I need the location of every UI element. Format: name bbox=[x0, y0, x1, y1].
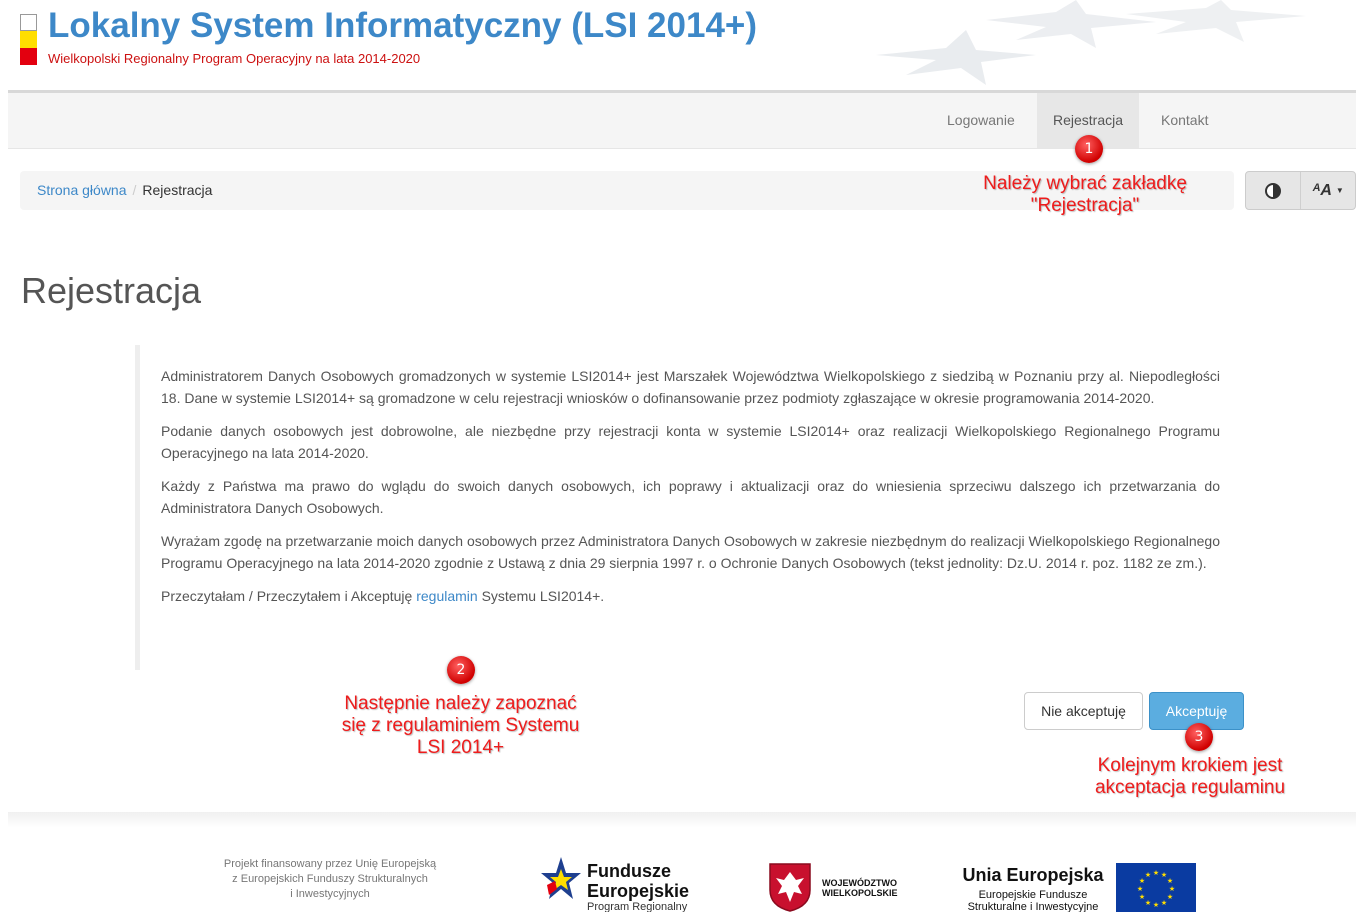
annotation-step-3: Kolejnym krokiem jest akceptacja regulam… bbox=[1070, 755, 1310, 799]
eu-stars-icon: ★ ★ ★ ★ ★ ★ ★ ★ ★ ★ ★ ★ bbox=[1137, 869, 1175, 909]
fe-title-line-2: Europejskie bbox=[587, 881, 690, 901]
page-title: Rejestracja bbox=[21, 270, 202, 311]
footer-text-line-3: i Inwestycyjnych bbox=[290, 888, 370, 900]
svg-text:★: ★ bbox=[1161, 899, 1167, 907]
step-marker-1: 1 bbox=[1075, 135, 1103, 163]
fe-title-line-1: Fundusze bbox=[587, 861, 671, 881]
wlkp-line-2: WIELKOPOLSKIE bbox=[822, 888, 898, 898]
annotation-2-line-3: LSI 2014+ bbox=[416, 737, 505, 758]
contrast-toggle-button[interactable] bbox=[1246, 172, 1301, 209]
breadcrumb-home-link[interactable]: Strona główna bbox=[37, 182, 127, 198]
svg-text:★: ★ bbox=[1145, 871, 1151, 879]
ue-title: Unia Europejska bbox=[962, 865, 1104, 885]
logo-squares bbox=[20, 14, 38, 65]
ue-subtitle: Europejskie Fundusze Strukturalne i Inwe… bbox=[958, 889, 1108, 912]
annotation-1-line-1: Należy wybrać zakładkę bbox=[983, 173, 1187, 194]
terms-paragraph-4: Wyrażam zgodę na przetwarzanie moich dan… bbox=[161, 533, 1220, 571]
terms-p5-before: Przeczytałam / Przeczytałem i Akceptuję bbox=[161, 588, 417, 604]
ue-sub-line-1: Europejskie Fundusze bbox=[978, 889, 1088, 901]
eagle-crest-icon bbox=[769, 863, 811, 912]
svg-text:★: ★ bbox=[1169, 885, 1175, 893]
fundusze-europejskie-logo: Fundusze Europejskie Program Regionalny bbox=[541, 855, 689, 912]
annotation-3-line-2: akceptacja regulaminu bbox=[1094, 777, 1286, 798]
terms-paragraph-3: Każdy z Państwa ma prawo do wglądu do sw… bbox=[161, 478, 1220, 516]
caret-down-icon: ▼ bbox=[1335, 186, 1344, 195]
footer-funding-text: Projekt finansowany przez Unię Europejsk… bbox=[190, 857, 470, 902]
site-subtitle: Wielkopolski Regionalny Program Operacyj… bbox=[48, 51, 421, 66]
annotation-3-line-1: Kolejnym krokiem jest bbox=[1097, 755, 1283, 776]
footer-text-line-2: z Europejskich Funduszy Strukturalnych bbox=[232, 873, 428, 885]
main-navbar: Logowanie Rejestracja Kontakt bbox=[8, 93, 1356, 149]
terms-paragraph-2: Podanie danych osobowych jest dobrowolne… bbox=[161, 423, 1220, 461]
svg-text:★: ★ bbox=[1167, 893, 1173, 901]
terms-p5-after: Systemu LSI2014+. bbox=[477, 588, 605, 604]
annotation-2-line-2: się z regulaminiem Systemu bbox=[341, 715, 580, 736]
annotation-step-2: Następnie należy zapoznać się z regulami… bbox=[318, 693, 603, 759]
svg-text:★: ★ bbox=[1137, 885, 1143, 893]
fe-title: Fundusze Europejskie bbox=[587, 861, 689, 901]
svg-text:★: ★ bbox=[1145, 899, 1151, 907]
decorative-stars bbox=[876, 0, 1306, 85]
fe-star-icon bbox=[541, 855, 581, 912]
site-title[interactable]: Lokalny System Informatyczny (LSI 2014+) bbox=[48, 6, 757, 46]
wlkp-text: WOJEWÓDZTWO WIELKOPOLSKIE bbox=[822, 878, 898, 898]
font-size-dropdown-button[interactable]: ᴬA ▼ bbox=[1301, 172, 1355, 209]
wojewodztwo-wielkopolskie-logo: WOJEWÓDZTWO WIELKOPOLSKIE bbox=[766, 862, 898, 912]
regulamin-link[interactable]: regulamin bbox=[416, 588, 477, 604]
unia-europejska-logo: Unia Europejska Europejskie Fundusze Str… bbox=[958, 865, 1108, 912]
site-header: Lokalny System Informatyczny (LSI 2014+)… bbox=[0, 0, 1356, 92]
breadcrumb-separator: / bbox=[132, 182, 137, 198]
terms-paragraph-1: Administratorem Danych Osobowych gromadz… bbox=[161, 368, 1220, 406]
svg-text:★: ★ bbox=[1153, 869, 1159, 877]
wlkp-line-1: WOJEWÓDZTWO bbox=[822, 878, 897, 888]
footer-shade bbox=[8, 812, 1356, 828]
svg-text:★: ★ bbox=[1167, 877, 1173, 885]
terms-blockquote: Administratorem Danych Osobowych gromadz… bbox=[135, 345, 1225, 670]
annotation-step-1: Należy wybrać zakładkę "Rejestracja" bbox=[965, 173, 1205, 217]
reject-button[interactable]: Nie akceptuję bbox=[1024, 692, 1143, 730]
nav-item-kontakt[interactable]: Kontakt bbox=[1145, 93, 1224, 148]
ue-sub-line-2: Strukturalne i Inwestycyjne bbox=[967, 901, 1099, 912]
logo-square-white bbox=[20, 14, 37, 31]
logo-square-yellow bbox=[20, 31, 37, 48]
step-marker-3: 3 bbox=[1185, 723, 1213, 751]
svg-text:★: ★ bbox=[1153, 901, 1159, 909]
annotation-1-line-2: "Rejestracja" bbox=[1030, 195, 1140, 216]
logo-square-red bbox=[20, 48, 37, 65]
annotation-2-line-1: Następnie należy zapoznać bbox=[344, 693, 577, 714]
font-size-icon: ᴬA bbox=[1312, 181, 1332, 199]
contrast-icon bbox=[1265, 182, 1281, 199]
breadcrumb-current: Rejestracja bbox=[142, 182, 213, 198]
footer-text-line-1: Projekt finansowany przez Unię Europejsk… bbox=[223, 858, 437, 870]
step-marker-2: 2 bbox=[447, 656, 475, 684]
fe-subtitle: Program Regionalny bbox=[587, 901, 688, 912]
eu-flag-icon: ★ ★ ★ ★ ★ ★ ★ ★ ★ ★ ★ ★ bbox=[1116, 863, 1196, 912]
nav-item-logowanie[interactable]: Logowanie bbox=[931, 93, 1031, 148]
terms-paragraph-5: Przeczytałam / Przeczytałem i Akceptuję … bbox=[161, 585, 1220, 607]
svg-text:★: ★ bbox=[1139, 893, 1145, 901]
accessibility-toolbar: ᴬA ▼ bbox=[1245, 171, 1356, 210]
